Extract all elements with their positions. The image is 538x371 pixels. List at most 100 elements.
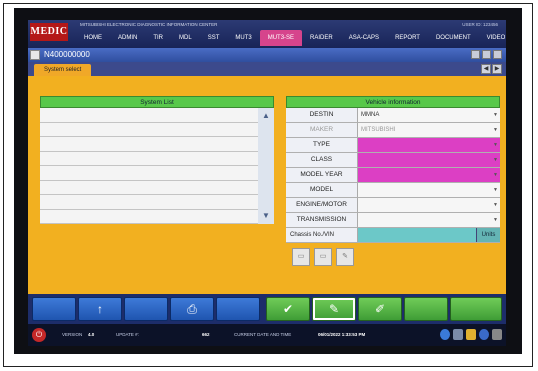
- list-item[interactable]: [40, 166, 258, 181]
- list-item[interactable]: [40, 123, 258, 137]
- read-vin-button[interactable]: ▭: [292, 248, 310, 266]
- vehicle-info-select[interactable]: MMNA ▼: [358, 108, 500, 122]
- vehicle-info-row: TRANSMISSION ▼: [286, 213, 500, 228]
- vehicle-edit-icon: ✎: [328, 302, 340, 316]
- vehicle-info-row: CLASS ▼: [286, 153, 500, 168]
- signal-icon[interactable]: [492, 329, 502, 340]
- return-arrow-icon: ↑: [97, 302, 103, 316]
- vehicle-tool-buttons: ▭ ▭ ✎: [292, 248, 372, 268]
- chevron-down-icon[interactable]: ▼: [493, 183, 498, 197]
- network-icon[interactable]: [453, 329, 463, 340]
- bottom-button-5[interactable]: [216, 297, 260, 321]
- menu-item-report[interactable]: REPORT: [387, 30, 428, 46]
- vehicle-info-label: TYPE: [286, 138, 358, 152]
- vehicle-info-label: MODEL: [286, 183, 358, 197]
- tab-row: System select ◀ ▶: [28, 62, 506, 76]
- menu-item-video[interactable]: VIDEO: [479, 30, 506, 46]
- menu-item-mdl[interactable]: MDL: [171, 30, 200, 46]
- vehicle-info-value: MITSUBISHI: [361, 127, 396, 133]
- menu-item-mut3-se[interactable]: MUT3-SE: [259, 30, 303, 46]
- vehicle-info-label: CLASS: [286, 153, 358, 167]
- scroll-down-icon[interactable]: ▼: [260, 210, 272, 222]
- list-item[interactable]: [40, 152, 258, 166]
- folder-icon[interactable]: [466, 329, 476, 340]
- vehicle-info-select[interactable]: ▼: [358, 138, 500, 152]
- monitor-photo: MEDIC MITSUBISHI ELECTRONIC DIAGNOSTIC I…: [14, 8, 522, 354]
- system-list-scrollbar[interactable]: ▲ ▼: [258, 108, 274, 224]
- ok-button[interactable]: ✔: [266, 297, 310, 321]
- bottom-button-3[interactable]: [124, 297, 168, 321]
- edit-vehicle-button[interactable]: ✎: [336, 248, 354, 266]
- window-title: N400000000: [44, 50, 90, 59]
- vehicle-info-select[interactable]: ▼: [358, 153, 500, 167]
- vehicle-info-label: ENGINE/MOTOR: [286, 198, 358, 212]
- next-page-button[interactable]: ▶: [492, 64, 502, 74]
- menu-item-admin[interactable]: ADMIN: [110, 30, 145, 46]
- menu-item-home[interactable]: HOME: [76, 30, 110, 46]
- bottom-button-9[interactable]: [404, 297, 448, 321]
- prev-page-button[interactable]: ◀: [481, 64, 491, 74]
- list-item[interactable]: [40, 137, 258, 152]
- system-list-body[interactable]: [40, 108, 258, 224]
- menu-item-raider[interactable]: RAIDER: [302, 30, 341, 46]
- menu-item-sst[interactable]: SST: [200, 30, 228, 46]
- chevron-down-icon[interactable]: ▼: [493, 153, 498, 167]
- chevron-down-icon[interactable]: ▼: [493, 213, 498, 227]
- update-value: 662: [202, 332, 210, 337]
- vehicle-info-value: MMNA: [361, 112, 380, 118]
- version-label: VERSION: [62, 332, 83, 337]
- chassis-label: Chassis No./VIN: [286, 228, 358, 242]
- menu-item-tir[interactable]: TIR: [145, 30, 171, 46]
- bottom-button-1[interactable]: [32, 297, 76, 321]
- vehicle-info-select[interactable]: ▼: [358, 213, 500, 227]
- chevron-down-icon[interactable]: ▼: [493, 198, 498, 212]
- vehicle-information-rows: DESTIN MMNA ▼ MAKER MITSUBISHI ▼ TYPE ▼ CLASS ▼ MO…: [286, 108, 500, 228]
- window-app-icon: [30, 50, 40, 60]
- vehicle-info-row: ENGINE/MOTOR ▼: [286, 198, 500, 213]
- units-button[interactable]: Units: [476, 228, 500, 242]
- status-bar: ⏻ VERSION 4.0 UPDATE #: 662 CURRENT DATE…: [28, 324, 506, 346]
- power-icon[interactable]: ⏻: [32, 328, 46, 342]
- chassis-vin-field[interactable]: Units: [358, 228, 500, 242]
- window-title-bar: N400000000: [28, 48, 506, 62]
- datetime-value: 06/01/2022 1:33:53 PM: [318, 332, 366, 337]
- chevron-down-icon[interactable]: ▼: [493, 138, 498, 152]
- list-item[interactable]: [40, 210, 258, 224]
- chevron-down-icon[interactable]: ▼: [493, 168, 498, 182]
- close-button[interactable]: [493, 50, 502, 59]
- medic-logo: MEDIC: [30, 23, 68, 41]
- list-item[interactable]: [40, 195, 258, 210]
- chevron-down-icon[interactable]: ▼: [493, 123, 498, 137]
- chevron-down-icon[interactable]: ▼: [493, 108, 498, 122]
- confirm-vehicle-button[interactable]: ✎: [312, 297, 356, 321]
- menu-item-asa-caps[interactable]: ASA-CAPS: [341, 30, 387, 46]
- menu-item-document[interactable]: DOCUMENT: [428, 30, 479, 46]
- vehicle-info-row: MODEL YEAR ▼: [286, 168, 500, 183]
- globe-icon[interactable]: [479, 329, 489, 340]
- vehicle-info-select[interactable]: ▼: [358, 168, 500, 182]
- list-item[interactable]: [40, 108, 258, 123]
- tab-system-select[interactable]: System select: [34, 64, 92, 76]
- datetime-label: CURRENT DATE AND TIME: [234, 332, 292, 337]
- print-button[interactable]: ⎙: [170, 297, 214, 321]
- scroll-up-icon[interactable]: ▲: [260, 110, 272, 122]
- system-list: System List ▲ ▼: [40, 96, 274, 224]
- user-info: USER ID: 123456: [462, 22, 498, 27]
- chassis-row: Chassis No./VIN Units: [286, 228, 500, 243]
- bottom-button-10[interactable]: [450, 297, 502, 321]
- vehicle-information-panel: Vehicle information DESTIN MMNA ▼ MAKER MITS…: [286, 96, 500, 243]
- vehicle-info-select[interactable]: MITSUBISHI ▼: [358, 123, 500, 137]
- vehicle-info-select[interactable]: ▼: [358, 198, 500, 212]
- select-model-button[interactable]: ▭: [314, 248, 332, 266]
- back-button[interactable]: ↑: [78, 297, 122, 321]
- maximize-button[interactable]: [482, 50, 491, 59]
- vehicle-info-label: TRANSMISSION: [286, 213, 358, 227]
- help-icon[interactable]: [440, 329, 450, 340]
- menu-item-mut3[interactable]: MUT3: [227, 30, 259, 46]
- vehicle-info-row: MODEL ▼: [286, 183, 500, 198]
- list-item[interactable]: [40, 181, 258, 195]
- top-bar: MEDIC MITSUBISHI ELECTRONIC DIAGNOSTIC I…: [28, 20, 506, 48]
- minimize-button[interactable]: [471, 50, 480, 59]
- vehicle-info-select[interactable]: ▼: [358, 183, 500, 197]
- clear-button[interactable]: ✐: [358, 297, 402, 321]
